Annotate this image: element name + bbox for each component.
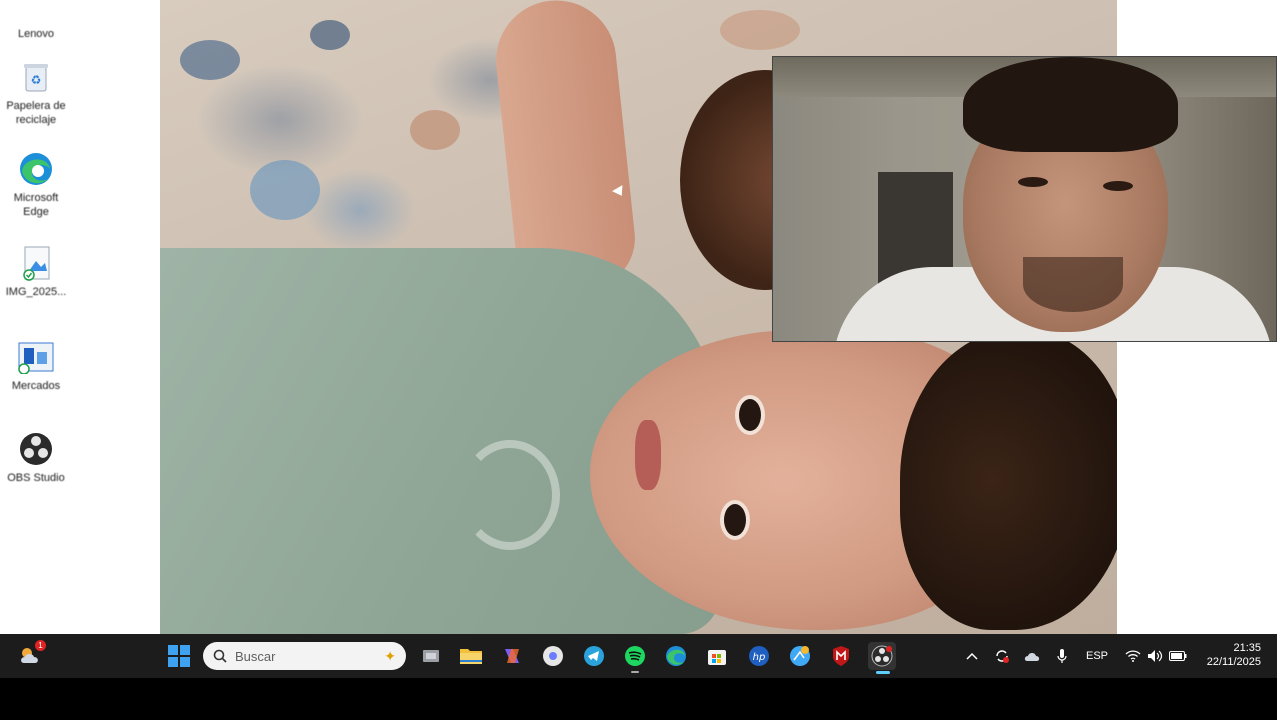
- file-explorer-icon: [460, 649, 482, 664]
- taskbar-telegram[interactable]: [580, 642, 608, 670]
- running-indicator: [631, 671, 639, 673]
- taskbar-clock[interactable]: 21:35 22/11/2025: [1207, 641, 1261, 669]
- desktop-icons: Lenovo ♻ Papelera de reciclaje Microsoft…: [0, 0, 72, 634]
- taskbar-edge[interactable]: [662, 642, 690, 670]
- desktop-icon-label: OBS Studio: [7, 472, 65, 484]
- webcam-person-eye: [1103, 181, 1133, 191]
- blanket-pattern: [410, 110, 460, 150]
- desktop-icon-label: Mercados: [11, 380, 61, 392]
- obs-icon: [17, 430, 55, 468]
- language-indicator[interactable]: ESP: [1082, 634, 1112, 678]
- desktop-icon-label: IMG_2025...: [5, 286, 67, 298]
- desktop-icon-image-file[interactable]: IMG_2025...: [0, 244, 72, 299]
- chrome-like-icon: [543, 646, 563, 666]
- store-icon: [708, 650, 726, 665]
- search-input[interactable]: [235, 648, 365, 664]
- telegram-icon: [584, 646, 604, 666]
- taskbar: 1 ✦ hp: [0, 634, 1277, 678]
- clock-time: 21:35: [1233, 642, 1261, 654]
- taskbar-mcafee[interactable]: [827, 642, 855, 670]
- taskbar-search[interactable]: ✦: [203, 642, 406, 670]
- task-view-icon: [423, 650, 439, 662]
- browser-icon: [790, 646, 810, 666]
- desktop: Lenovo ♻ Papelera de reciclaje Microsoft…: [0, 0, 1277, 634]
- sync-icon: [996, 650, 1009, 663]
- onedrive-icon: [1024, 653, 1040, 661]
- tray-microphone[interactable]: [1052, 634, 1072, 678]
- tray-sync[interactable]: [990, 634, 1014, 678]
- desktop-icon-lenovo[interactable]: Lenovo: [0, 0, 72, 41]
- start-button[interactable]: [165, 642, 193, 670]
- recycle-bin-icon: ♻: [17, 58, 55, 96]
- spotify-icon: [625, 646, 645, 666]
- desktop-icon-edge[interactable]: Microsoft Edge: [0, 150, 72, 219]
- active-indicator: [876, 671, 890, 674]
- desktop-icon-obs[interactable]: OBS Studio: [0, 430, 72, 485]
- baby-lips: [635, 420, 661, 490]
- tray-battery[interactable]: [1166, 634, 1190, 678]
- desktop-icon-label: Papelera de reciclaje: [6, 100, 66, 126]
- taskbar-spotify[interactable]: [621, 642, 649, 673]
- baby-hair: [900, 330, 1117, 630]
- battery-icon: [1169, 651, 1187, 661]
- image-file-icon: [17, 244, 55, 282]
- svg-text:hp: hp: [753, 652, 766, 663]
- desktop-icon-mercados[interactable]: Mercados: [0, 338, 72, 393]
- wifi-icon: [1125, 650, 1141, 662]
- lenovo-app-icon: [17, 0, 55, 24]
- obs-icon: [871, 645, 893, 667]
- windows-icon: [168, 645, 190, 667]
- webcam-person-hair: [963, 57, 1178, 152]
- taskbar-task-view[interactable]: [417, 642, 445, 670]
- desktop-icon-label: Microsoft Edge: [13, 192, 59, 218]
- desktop-icon-label: Lenovo: [17, 28, 55, 40]
- taskbar-file-explorer[interactable]: [457, 642, 485, 670]
- webcam-overlay[interactable]: [772, 56, 1277, 342]
- webcam-person-beard: [1023, 257, 1123, 312]
- show-hidden-icons[interactable]: [962, 634, 982, 678]
- weather-badge: 1: [35, 640, 46, 651]
- mcafee-icon: [833, 646, 849, 666]
- tray-volume[interactable]: [1144, 634, 1166, 678]
- desktop-icon-recycle-bin[interactable]: ♻ Papelera de reciclaje: [0, 58, 72, 127]
- clock-date: 22/11/2025: [1206, 656, 1261, 668]
- blanket-pattern: [180, 40, 240, 80]
- taskbar-app-chrome-like[interactable]: [539, 642, 567, 670]
- sparkle-icon: ✦: [384, 647, 396, 664]
- svg-text:♻: ♻: [31, 73, 42, 87]
- volume-icon: [1148, 650, 1163, 662]
- taskbar-copilot[interactable]: [498, 642, 526, 670]
- copilot-icon: [505, 649, 519, 663]
- hp-icon: hp: [749, 646, 769, 666]
- baby-eye: [735, 395, 765, 435]
- tray-wifi[interactable]: [1122, 634, 1144, 678]
- microphone-icon: [1057, 649, 1067, 663]
- blanket-pattern: [310, 20, 350, 50]
- mercados-app-icon: [17, 338, 55, 376]
- taskbar-hp[interactable]: hp: [745, 642, 773, 670]
- edge-icon: [17, 150, 55, 188]
- shirt-smiley-graphic: [460, 440, 560, 550]
- tray-onedrive[interactable]: [1020, 634, 1044, 678]
- edge-icon: [666, 646, 686, 666]
- baby-eye: [720, 500, 750, 540]
- weather-widget[interactable]: 1: [16, 640, 46, 670]
- webcam-person-eye: [1018, 177, 1048, 187]
- search-icon: [213, 649, 227, 663]
- taskbar-browser[interactable]: [786, 642, 814, 670]
- taskbar-obs[interactable]: [868, 642, 896, 674]
- chevron-up-icon: [966, 652, 978, 660]
- taskbar-store[interactable]: [703, 642, 731, 670]
- letterbox-bar: [0, 678, 1277, 720]
- blanket-pattern: [250, 160, 320, 220]
- blanket-pattern: [720, 10, 800, 50]
